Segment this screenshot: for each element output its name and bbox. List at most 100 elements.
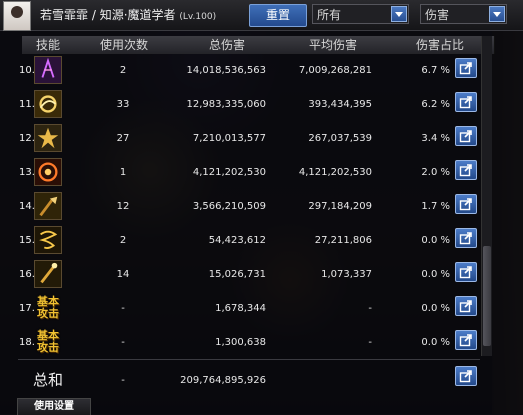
scrollbar-thumb[interactable] <box>483 246 491 346</box>
total-damage: 1,300,638 <box>215 337 266 348</box>
table-row: 12. 27 7,210,013,577 267,037,539 3.4 % <box>0 122 480 158</box>
average-damage: - <box>368 303 372 314</box>
total-damage: 54,423,612 <box>208 235 266 246</box>
table-row: 16. 14 15,026,731 1,073,337 0.0 % <box>0 258 480 294</box>
share-button[interactable] <box>455 228 477 248</box>
column-header-pct[interactable]: 伤害占比 <box>386 36 495 54</box>
total-damage: 15,026,731 <box>208 269 266 280</box>
row-index: 13. <box>19 167 35 178</box>
share-button[interactable] <box>455 160 477 180</box>
summary-count: - <box>121 375 125 386</box>
average-damage: 1,073,337 <box>321 269 372 280</box>
table-row: 11. 33 12,983,335,060 393,434,395 6.2 % <box>0 88 480 124</box>
total-damage: 12,983,335,060 <box>186 99 266 110</box>
average-damage: 393,434,395 <box>308 99 372 110</box>
average-damage: 7,009,268,281 <box>298 65 372 76</box>
column-header-avg[interactable]: 平均伤害 <box>280 36 387 54</box>
usage-count: 2 <box>119 65 127 76</box>
purple-rune-skill-icon <box>34 56 62 84</box>
sort-dropdown-value: 伤害 <box>425 8 450 22</box>
total-damage: 4,121,202,530 <box>192 167 266 178</box>
share-button[interactable] <box>455 126 477 146</box>
share-button[interactable] <box>455 262 477 282</box>
total-damage: 7,210,013,577 <box>192 133 266 144</box>
share-icon <box>459 96 472 109</box>
character-name: 若雪霏霏 <box>40 8 89 22</box>
chevron-down-icon[interactable] <box>489 6 505 22</box>
character-title: 若雪霏霏 / 知源·魔道学者 (Lv.100) <box>40 6 216 23</box>
average-damage: 267,037,539 <box>308 133 372 144</box>
column-header-total[interactable]: 总伤害 <box>174 36 281 54</box>
filter-dropdown[interactable]: 所有 <box>312 4 409 24</box>
basic-attack-icon: 基本攻击 <box>34 294 62 322</box>
golden-burst-skill-icon <box>34 124 62 152</box>
sort-dropdown[interactable]: 伤害 <box>420 4 507 24</box>
damage-percent: 2.0 % <box>421 167 450 178</box>
average-damage: 27,211,806 <box>314 235 372 246</box>
usage-count: 12 <box>116 201 130 212</box>
damage-percent: 1.7 % <box>421 201 450 212</box>
row-index: 17. <box>19 303 35 314</box>
share-icon <box>459 164 472 177</box>
damage-percent: 6.7 % <box>421 65 450 76</box>
staff-strike-skill-icon <box>34 260 62 288</box>
table-row: 10. 2 14,018,536,563 7,009,268,281 6.7 % <box>0 54 480 90</box>
filter-dropdown-value: 所有 <box>317 8 342 22</box>
damage-percent: 6.2 % <box>421 99 450 110</box>
usage-count: 14 <box>116 269 130 280</box>
row-index: 12. <box>19 133 35 144</box>
usage-count: 2 <box>119 235 127 246</box>
title-separator: / <box>91 8 96 22</box>
summary-row: 总和 - 209,764,895,926 <box>0 362 480 398</box>
table-row: 17. 基本攻击 - 1,678,344 - 0.0 % <box>0 292 480 328</box>
damage-percent: 0.0 % <box>421 337 450 348</box>
share-button[interactable] <box>455 194 477 214</box>
golden-swirl-skill-icon <box>34 90 62 118</box>
table-row: 18. 基本攻击 - 1,300,638 - 0.0 % <box>0 326 480 362</box>
total-damage: 3,566,210,509 <box>192 201 266 212</box>
share-button[interactable] <box>455 58 477 78</box>
total-damage: 1,678,344 <box>215 303 266 314</box>
share-icon <box>459 300 472 313</box>
damage-percent: 0.0 % <box>421 235 450 246</box>
row-index: 15. <box>19 235 35 246</box>
broom-skill-icon <box>34 192 62 220</box>
tab-usage-settings[interactable]: 使用设置 <box>17 398 91 415</box>
basic-attack-label: 基本攻击 <box>37 295 59 320</box>
panel-header: 若雪霏霏 / 知源·魔道学者 (Lv.100) 重置 所有 伤害 <box>0 0 523 31</box>
share-icon <box>459 62 472 75</box>
summary-divider <box>18 359 480 360</box>
share-button[interactable] <box>455 366 477 386</box>
share-button[interactable] <box>455 92 477 112</box>
chevron-down-icon[interactable] <box>391 6 407 22</box>
row-index: 14. <box>19 201 35 212</box>
basic-attack-icon: 基本攻击 <box>34 328 62 356</box>
row-index: 10. <box>19 65 35 76</box>
share-icon <box>459 198 472 211</box>
summary-label: 总和 <box>33 371 64 389</box>
average-damage: 4,121,202,530 <box>298 167 372 178</box>
table-row: 13. 1 4,121,202,530 4,121,202,530 2.0 % <box>0 156 480 192</box>
character-avatar <box>3 1 31 31</box>
table-row: 15. 2 54,423,612 27,211,806 0.0 % <box>0 224 480 260</box>
scrollbar[interactable] <box>481 36 492 356</box>
share-icon <box>459 266 472 279</box>
share-button[interactable] <box>455 296 477 316</box>
character-level: (Lv.100) <box>179 12 217 22</box>
share-icon <box>459 130 472 143</box>
damage-percent: 3.4 % <box>421 133 450 144</box>
share-button[interactable] <box>455 330 477 350</box>
row-index: 18. <box>19 337 35 348</box>
reset-button[interactable]: 重置 <box>249 4 307 27</box>
damage-percent: 0.0 % <box>421 303 450 314</box>
share-icon <box>459 334 472 347</box>
row-index: 11. <box>19 99 35 110</box>
summary-total: 209,764,895,926 <box>180 375 266 386</box>
column-header-count[interactable]: 使用次数 <box>74 36 175 54</box>
row-index: 16. <box>19 269 35 280</box>
table-row: 14. 12 3,566,210,509 297,184,209 1.7 % <box>0 190 480 226</box>
usage-count: - <box>121 337 125 348</box>
damage-percent: 0.0 % <box>421 269 450 280</box>
column-header-skill[interactable]: 技能 <box>22 36 75 54</box>
share-icon <box>459 232 472 245</box>
